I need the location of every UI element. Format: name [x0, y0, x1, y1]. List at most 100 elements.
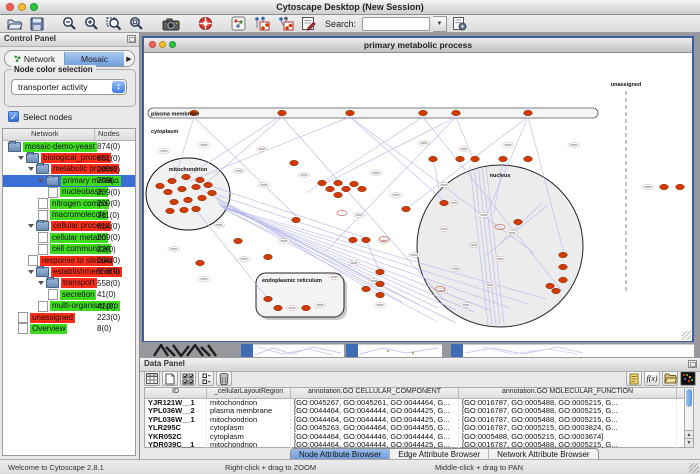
network-node[interactable] [376, 269, 385, 274]
network-node[interactable] [182, 174, 191, 179]
zoom-fit-icon[interactable] [104, 16, 124, 32]
network-node[interactable] [429, 156, 438, 161]
select-nodes-checkbox[interactable]: ✓ [8, 111, 19, 122]
background-window-fragment[interactable] [451, 344, 463, 357]
table-cell[interactable]: [GO:0005488, GO:0005215, GO:0003674] [459, 433, 677, 442]
import-icon[interactable] [450, 16, 469, 32]
tree-row[interactable]: nitrogen compo209(0) [3, 198, 135, 209]
tree-row[interactable]: cellular metabo209(0) [3, 232, 135, 243]
table-cell[interactable]: [GO:0045267, GO:0045261, GO:0044464, G..… [291, 399, 459, 408]
search-dropdown-icon[interactable]: ▼ [433, 16, 447, 32]
network-node[interactable] [524, 156, 533, 161]
background-window-fragment[interactable] [463, 344, 694, 358]
attribute-table-icon[interactable] [144, 371, 160, 386]
network-node[interactable] [278, 110, 287, 115]
nucleus-region[interactable] [417, 165, 583, 327]
network-node[interactable] [208, 190, 217, 195]
table-cell[interactable]: [GO:0045263, GO:0044464, GO:0044455, G..… [291, 424, 459, 433]
network-node[interactable] [660, 184, 669, 189]
tree-row[interactable]: cell communicat22(0) [3, 244, 135, 255]
network-node[interactable] [499, 156, 508, 161]
float-panel-icon[interactable] [688, 360, 697, 368]
tree-row[interactable]: multi-organism pro42(0) [3, 300, 135, 311]
tree-row[interactable]: macromolecule311(0) [3, 209, 135, 220]
table-cell[interactable]: plasma membrane [207, 407, 291, 416]
table-row[interactable]: YJR121W__1mitochondrion[GO:0045267, GO:0… [145, 399, 686, 408]
tree-row[interactable]: metabolic process280(0) [3, 164, 135, 175]
formula-icon[interactable]: f(x) [644, 371, 660, 386]
zoom-selected-icon[interactable] [127, 16, 146, 32]
network-node[interactable] [184, 197, 193, 202]
network-node[interactable] [290, 160, 299, 165]
tree-row[interactable]: unassigned223(0) [3, 312, 135, 323]
table-cell[interactable]: YDR039C__1 [145, 441, 207, 450]
background-window-fragment[interactable] [358, 344, 442, 358]
network-node[interactable] [264, 296, 273, 301]
zoom-view-button[interactable] [169, 41, 176, 48]
table-cell[interactable]: mitochondrion [207, 416, 291, 425]
import-attributes-icon[interactable] [662, 371, 678, 386]
table-cell[interactable]: YJR121W__1 [145, 399, 207, 408]
attribute-notes-icon[interactable] [626, 371, 642, 386]
network-node[interactable] [170, 199, 179, 204]
network-node[interactable] [274, 305, 283, 310]
float-panel-icon[interactable] [127, 35, 136, 43]
network-node[interactable] [334, 192, 343, 197]
table-cell[interactable]: cytoplasm [207, 424, 291, 433]
table-row[interactable]: YPL036W__1mitochondrion[GO:0044464, GO:0… [145, 416, 686, 425]
table-scrollbar[interactable]: ▲ ▼ [684, 387, 694, 448]
zoom-out-icon[interactable] [60, 16, 79, 32]
tab-scroll-right-icon[interactable]: ▶ [124, 55, 134, 63]
layout-nodes-icon[interactable] [251, 16, 272, 32]
minimize-window-button[interactable] [18, 3, 26, 11]
network-node[interactable] [456, 156, 465, 161]
network-node[interactable] [471, 156, 480, 161]
table-row[interactable]: YPL036W__2plasma membrane[GO:0044464, GO… [145, 407, 686, 416]
network-node[interactable] [559, 264, 568, 269]
tab-mosaic[interactable]: Mosaic [64, 52, 124, 66]
snapshot-icon[interactable] [160, 16, 182, 32]
network-node[interactable] [168, 178, 177, 183]
network-window-titlebar[interactable]: primary metabolic process [144, 38, 692, 53]
network-node[interactable] [326, 186, 335, 191]
network-node[interactable] [350, 181, 359, 186]
table-row[interactable]: YKR052Ccytoplasm[GO:0044464, GO:0044446,… [145, 433, 686, 442]
network-node[interactable] [196, 260, 205, 265]
network-node[interactable] [346, 110, 355, 115]
tab-network[interactable]: Network [5, 52, 64, 66]
network-node[interactable] [362, 237, 371, 242]
network-node[interactable] [452, 110, 461, 115]
network-node[interactable] [546, 283, 555, 288]
table-column-header[interactable]: annotation.GO MOLECULAR_FUNCTION [459, 388, 677, 398]
open-session-icon[interactable] [5, 16, 25, 32]
network-node[interactable] [342, 186, 351, 191]
delete-attribute-icon[interactable] [216, 371, 232, 386]
network-node[interactable] [164, 189, 173, 194]
background-window-fragment[interactable] [253, 344, 344, 358]
tree-row[interactable]: response to stimulu264(0) [3, 255, 135, 266]
background-window-fragment[interactable] [241, 344, 253, 357]
network-node[interactable] [192, 184, 201, 189]
tree-row[interactable]: nucleobase-209(0) [3, 187, 135, 198]
network-node[interactable] [524, 110, 533, 115]
network-node[interactable] [178, 186, 187, 191]
table-cell[interactable]: YPL036W__1 [145, 416, 207, 425]
network-overview-icon[interactable] [229, 16, 248, 32]
table-cell[interactable]: [GO:0044464, GO:0044444, GO:0044425, G..… [291, 407, 459, 416]
layout-region-icon[interactable] [275, 16, 296, 32]
network-node[interactable] [318, 180, 327, 185]
network-canvas[interactable]: plasma membrane cytoplasm mitochondrion … [144, 53, 692, 341]
network-node[interactable] [166, 208, 175, 213]
close-view-button[interactable] [149, 41, 156, 48]
window-resize-grip[interactable] [682, 331, 691, 340]
network-node[interactable] [419, 110, 428, 115]
table-cell[interactable]: [GO:0044464, GO:0044446, GO:0044444, G..… [291, 433, 459, 442]
network-node[interactable] [559, 252, 568, 257]
network-node[interactable] [376, 292, 385, 297]
tree-row[interactable]: establishment of lo558(0) [3, 266, 135, 277]
network-node[interactable] [264, 254, 273, 259]
network-node[interactable] [204, 182, 213, 187]
app-resize-grip[interactable] [689, 463, 699, 473]
scroll-down-icon[interactable]: ▼ [685, 438, 693, 447]
search-input[interactable] [362, 17, 430, 31]
